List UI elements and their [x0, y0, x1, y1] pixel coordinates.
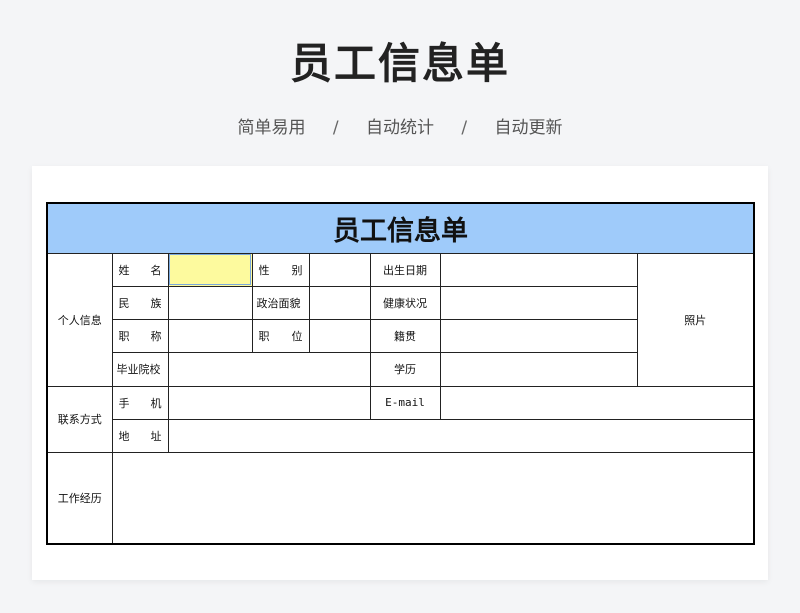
native-place-cell[interactable]: [439, 319, 638, 354]
label-email: E-mail: [369, 385, 441, 420]
health-cell[interactable]: [439, 285, 638, 321]
subtitle-item: 自动统计: [366, 118, 434, 138]
label-address: 地址: [111, 418, 169, 453]
address-cell[interactable]: [167, 418, 755, 453]
label-health: 健康状况: [369, 285, 441, 321]
label-native-place: 籍贯: [369, 319, 441, 354]
name-cell[interactable]: [167, 252, 253, 287]
label-ethnicity: 民族: [111, 285, 169, 321]
work-history-cell[interactable]: [111, 451, 755, 545]
label-birth-date: 出生日期: [369, 252, 441, 287]
subtitle-item: 自动更新: [494, 118, 563, 138]
education-cell[interactable]: [439, 352, 638, 387]
section-work-history: 工作经历: [46, 451, 113, 545]
label-education: 学历: [369, 352, 441, 387]
form-header: 员工信息单: [46, 202, 755, 254]
gender-cell[interactable]: [308, 252, 371, 287]
ethnicity-cell[interactable]: [167, 285, 253, 321]
employee-info-form: 员工信息单 个人信息 姓名 性别 出生日期 照片 民族 政治面貌 健康状况 职称…: [46, 202, 755, 545]
label-political-status: 政治面貌: [251, 285, 310, 321]
label-position: 职位: [251, 319, 310, 354]
label-name: 姓名: [111, 252, 169, 287]
phone-cell[interactable]: [167, 385, 371, 420]
page-subtitle: 简单易用 / 自动统计 / 自动更新: [0, 113, 800, 138]
title-cell[interactable]: [167, 319, 253, 354]
email-cell[interactable]: [439, 385, 755, 420]
spreadsheet-card: 员工信息单 个人信息 姓名 性别 出生日期 照片 民族 政治面貌 健康状况 职称…: [32, 166, 768, 580]
label-phone: 手机: [111, 385, 169, 420]
political-status-cell[interactable]: [308, 285, 371, 321]
school-cell[interactable]: [167, 352, 371, 387]
section-contact: 联系方式: [46, 385, 113, 453]
subtitle-item: 简单易用: [237, 118, 306, 138]
page-title: 员工信息单: [289, 39, 510, 88]
photo-cell[interactable]: 照片: [636, 252, 755, 387]
birth-date-cell[interactable]: [439, 252, 638, 287]
label-gender: 性别: [251, 252, 310, 287]
position-cell[interactable]: [308, 319, 371, 354]
section-personal-info: 个人信息: [46, 252, 113, 387]
label-title: 职称: [111, 319, 169, 354]
subtitle-separator: /: [332, 118, 339, 138]
subtitle-separator: /: [461, 118, 468, 138]
label-school: 毕业院校: [111, 352, 169, 387]
